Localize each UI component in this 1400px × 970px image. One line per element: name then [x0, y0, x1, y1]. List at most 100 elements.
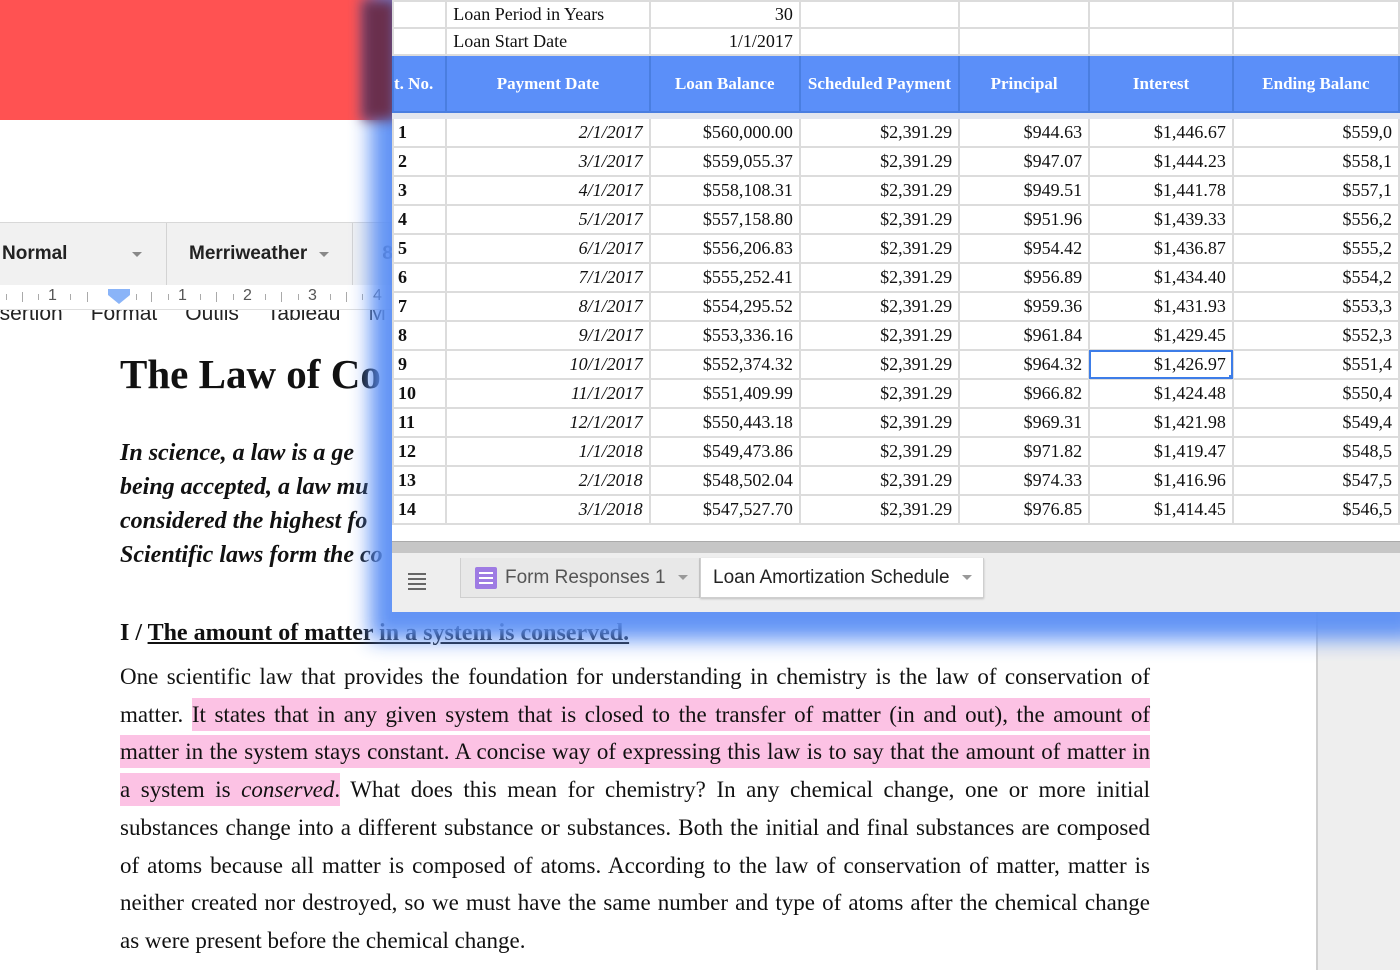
cell-ending-balance[interactable]: $552,3 [1231, 320, 1400, 351]
cell-interest[interactable]: $1,436.87 [1088, 233, 1234, 264]
grid-cell[interactable] [1088, 27, 1234, 56]
cell-payment-date[interactable]: 12/1/2017 [445, 407, 651, 438]
cell-loan-balance[interactable]: $559,055.37 [648, 146, 801, 177]
cell-scheduled-payment[interactable]: $2,391.29 [798, 436, 961, 467]
cell-payment-date[interactable]: 7/1/2017 [445, 262, 651, 293]
cell-principal[interactable]: $974.33 [958, 465, 1091, 496]
cell-scheduled-payment[interactable]: $2,391.29 [798, 146, 961, 177]
cell-pmt-no[interactable]: 9 [392, 349, 448, 380]
cell-principal[interactable]: $956.89 [958, 262, 1091, 293]
cell-principal[interactable]: $954.42 [958, 233, 1091, 264]
cell-ending-balance[interactable]: $547,5 [1231, 465, 1400, 496]
cell-pmt-no[interactable]: 2 [392, 146, 448, 177]
cell-ending-balance[interactable]: $549,4 [1231, 407, 1400, 438]
cell-interest[interactable]: $1,421.98 [1088, 407, 1234, 438]
param-value[interactable]: 1/1/2017 [648, 27, 801, 56]
cell-pmt-no[interactable]: 14 [392, 494, 448, 525]
cell-scheduled-payment[interactable]: $2,391.29 [798, 291, 961, 322]
cell-pmt-no[interactable]: 4 [392, 204, 448, 235]
cell-payment-date[interactable]: 10/1/2017 [445, 349, 651, 380]
paragraph-style-select[interactable]: Normal [2, 223, 162, 285]
cell-interest[interactable]: $1,429.45 [1088, 320, 1234, 351]
cell-interest[interactable]: $1,434.40 [1088, 262, 1234, 293]
cell-ending-balance[interactable]: $555,2 [1231, 233, 1400, 264]
cell-scheduled-payment[interactable]: $2,391.29 [798, 378, 961, 409]
cell-principal[interactable]: $976.85 [958, 494, 1091, 525]
cell-principal[interactable]: $964.32 [958, 349, 1091, 380]
cell-interest[interactable]: $1,419.47 [1088, 436, 1234, 467]
cell-interest[interactable]: $1,446.67 [1088, 117, 1234, 148]
cell-principal[interactable]: $944.63 [958, 117, 1091, 148]
cell-interest[interactable]: $1,424.48 [1088, 378, 1234, 409]
cell-loan-balance[interactable]: $553,336.16 [648, 320, 801, 351]
cell-payment-date[interactable]: 9/1/2017 [445, 320, 651, 351]
cell-loan-balance[interactable]: $549,473.86 [648, 436, 801, 467]
cell-pmt-no[interactable]: 13 [392, 465, 448, 496]
column-header-pmt-no[interactable]: t. No. [392, 54, 448, 113]
cell-principal[interactable]: $961.84 [958, 320, 1091, 351]
cell-scheduled-payment[interactable]: $2,391.29 [798, 233, 961, 264]
param-value[interactable]: 30 [648, 0, 801, 29]
cell-loan-balance[interactable]: $552,374.32 [648, 349, 801, 380]
column-header-ending-balance[interactable]: Ending Balanc [1231, 54, 1400, 113]
cell-loan-balance[interactable]: $558,108.31 [648, 175, 801, 206]
cell-payment-date[interactable]: 4/1/2017 [445, 175, 651, 206]
cell-scheduled-payment[interactable]: $2,391.29 [798, 117, 961, 148]
cell-ending-balance[interactable]: $548,5 [1231, 436, 1400, 467]
cell-loan-balance[interactable]: $557,158.80 [648, 204, 801, 235]
grid-cell[interactable] [1231, 0, 1400, 29]
cell-scheduled-payment[interactable]: $2,391.29 [798, 465, 961, 496]
chevron-down-icon[interactable] [677, 575, 688, 580]
cell-scheduled-payment[interactable]: $2,391.29 [798, 320, 961, 351]
cell-loan-balance[interactable]: $547,527.70 [648, 494, 801, 525]
grid-cell[interactable] [1231, 27, 1400, 56]
cell-loan-balance[interactable]: $554,295.52 [648, 291, 801, 322]
fill-handle[interactable] [1228, 375, 1231, 377]
cell-pmt-no[interactable]: 5 [392, 233, 448, 264]
sheet-tab-loan-amortization[interactable]: Loan Amortization Schedule [700, 558, 984, 598]
cell-loan-balance[interactable]: $551,409.99 [648, 378, 801, 409]
cell-scheduled-payment[interactable]: $2,391.29 [798, 204, 961, 235]
cell-scheduled-payment[interactable]: $2,391.29 [798, 407, 961, 438]
cell-payment-date[interactable]: 3/1/2017 [445, 146, 651, 177]
cell-pmt-no[interactable]: 8 [392, 320, 448, 351]
cell-interest[interactable]: $1,416.96 [1088, 465, 1234, 496]
cell-ending-balance[interactable]: $553,3 [1231, 291, 1400, 322]
indent-marker[interactable] [108, 289, 130, 305]
cell-interest[interactable]: $1,444.23 [1088, 146, 1234, 177]
cell-ending-balance[interactable]: $550,4 [1231, 378, 1400, 409]
cell-payment-date[interactable]: 8/1/2017 [445, 291, 651, 322]
param-label[interactable]: Loan Period in Years [445, 0, 651, 29]
cell-principal[interactable]: $969.31 [958, 407, 1091, 438]
grid-cell[interactable] [798, 27, 961, 56]
cell-payment-date[interactable]: 2/1/2017 [445, 117, 651, 148]
cell-principal[interactable]: $949.51 [958, 175, 1091, 206]
cell-ending-balance[interactable]: $559,0 [1231, 117, 1400, 148]
cell-pmt-no[interactable]: 12 [392, 436, 448, 467]
cell-scheduled-payment[interactable]: $2,391.29 [798, 262, 961, 293]
cell-ending-balance[interactable]: $558,1 [1231, 146, 1400, 177]
cell-payment-date[interactable]: 6/1/2017 [445, 233, 651, 264]
cell-loan-balance[interactable]: $560,000.00 [648, 117, 801, 148]
cell-principal[interactable]: $971.82 [958, 436, 1091, 467]
grid-cell[interactable] [958, 27, 1091, 56]
cell-ending-balance[interactable]: $554,2 [1231, 262, 1400, 293]
cell-pmt-no[interactable]: 7 [392, 291, 448, 322]
cell-principal[interactable]: $947.07 [958, 146, 1091, 177]
cell-pmt-no[interactable]: 3 [392, 175, 448, 206]
column-header-principal[interactable]: Principal [958, 54, 1091, 113]
cell-payment-date[interactable]: 5/1/2017 [445, 204, 651, 235]
column-header-scheduled-payment[interactable]: Scheduled Payment [798, 54, 961, 113]
all-sheets-menu-icon[interactable] [408, 573, 426, 593]
cell-interest[interactable]: $1,414.45 [1088, 494, 1234, 525]
grid-cell[interactable] [392, 27, 448, 56]
column-header-interest[interactable]: Interest [1088, 54, 1234, 113]
column-header-payment-date[interactable]: Payment Date [445, 54, 651, 113]
grid-cell[interactable] [958, 0, 1091, 29]
sheet-tab-form-responses[interactable]: Form Responses 1 [460, 558, 700, 598]
cell-pmt-no[interactable]: 11 [392, 407, 448, 438]
cell-payment-date[interactable]: 1/1/2018 [445, 436, 651, 467]
cell-pmt-no[interactable]: 1 [392, 117, 448, 148]
cell-payment-date[interactable]: 11/1/2017 [445, 378, 651, 409]
cell-principal[interactable]: $966.82 [958, 378, 1091, 409]
